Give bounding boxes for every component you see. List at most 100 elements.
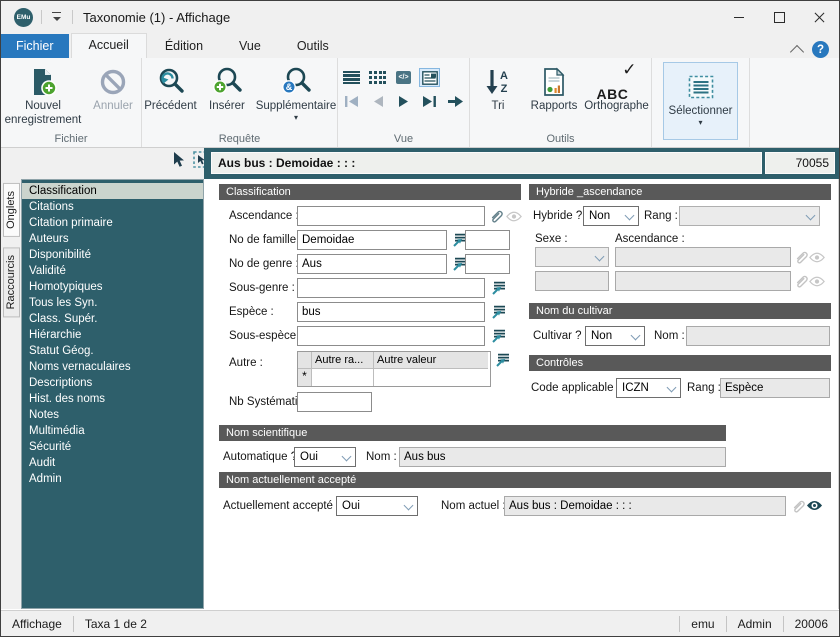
sidebar-item-classification[interactable]: Classification [22, 183, 203, 199]
hybride-extra-field[interactable] [535, 271, 609, 291]
supplementaire-button[interactable]: & Supplémentaire ▾ [255, 62, 337, 123]
hybride-rang-dropdown[interactable] [679, 206, 820, 226]
hybride-parent1-field[interactable] [615, 247, 791, 267]
tab-vue[interactable]: Vue [221, 35, 279, 58]
sidebar-item-hierarchie[interactable]: Hiérarchie [22, 327, 203, 343]
last-record-icon[interactable] [419, 92, 440, 111]
record-header-bar: Aus bus : Demoidae : : : 70055 [204, 148, 839, 179]
ascendance-label: Ascendance : [229, 210, 299, 222]
vtab-onglets[interactable]: Onglets [3, 183, 20, 237]
attach-icon-disabled[interactable] [789, 497, 806, 514]
controles-rang-field[interactable]: Espèce [720, 378, 830, 398]
tab-accueil[interactable]: Accueil [70, 33, 147, 58]
autre-new-row-marker[interactable]: * [298, 369, 312, 386]
previous-record-icon[interactable] [367, 92, 388, 111]
status-mode: Affichage [12, 617, 62, 631]
lookup-list-icon[interactable] [493, 351, 510, 368]
sidebar-item-multimedia[interactable]: Multimédia [22, 423, 203, 439]
sidebar-item-securite[interactable]: Sécurité [22, 439, 203, 455]
rapports-button[interactable]: Rapports [526, 62, 582, 116]
attach-icon-disabled[interactable] [792, 272, 809, 289]
lookup-list-icon[interactable] [489, 279, 506, 296]
nom-scientifique-field[interactable]: Aus bus [399, 447, 726, 467]
sidebar-item-homotypiques[interactable]: Homotypiques [22, 279, 203, 295]
vtab-raccourcis[interactable]: Raccourcis [3, 247, 20, 318]
first-record-icon[interactable] [341, 92, 362, 111]
cultivar-dropdown[interactable]: Non [585, 326, 645, 346]
record-irn-field[interactable]: 70055 [765, 152, 835, 174]
view-attachment-icon[interactable] [505, 208, 522, 225]
sous-genre-field[interactable] [297, 278, 485, 298]
orthographe-button[interactable]: ✓ ABC Orthographe [582, 60, 651, 116]
sidebar-rail: Onglets Raccourcis [1, 179, 21, 609]
sidebar-item-disponibilite[interactable]: Disponibilité [22, 247, 203, 263]
autre-cell-rang[interactable] [312, 369, 374, 386]
sous-espece-field[interactable] [297, 326, 485, 346]
maximize-button[interactable] [759, 1, 799, 33]
selectionner-label: Sélectionner [668, 105, 733, 117]
sidebar-item-hist-des-noms[interactable]: Hist. des noms [22, 391, 203, 407]
hybride-rang-label: Rang : [644, 210, 678, 222]
ascendance-field[interactable] [297, 206, 485, 226]
quick-access-dropdown-icon[interactable] [50, 12, 64, 22]
next-record-icon[interactable] [393, 92, 414, 111]
sexe-dropdown[interactable] [535, 247, 609, 267]
inserer-button[interactable]: Insérer [199, 62, 255, 116]
famille-extra-field[interactable] [465, 230, 510, 250]
tab-edition[interactable]: Édition [147, 35, 221, 58]
close-button[interactable] [799, 1, 839, 33]
sidebar-item-notes[interactable]: Notes [22, 407, 203, 423]
grid-view-icon[interactable] [367, 68, 388, 87]
view-attachment-icon-disabled[interactable] [808, 273, 825, 290]
sidebar-item-citation-primaire[interactable]: Citation primaire [22, 215, 203, 231]
sidebar-item-admin[interactable]: Admin [22, 471, 203, 487]
hybride-dropdown[interactable]: Non [583, 206, 639, 226]
selectionner-button[interactable]: Sélectionner ▾ [662, 62, 739, 140]
attach-icon[interactable] [487, 207, 504, 224]
tab-outils[interactable]: Outils [279, 35, 347, 58]
hybride-parent2-field[interactable] [615, 271, 791, 291]
view-record-icon[interactable] [806, 497, 823, 514]
autre-col2-header[interactable]: Autre valeur [374, 352, 488, 369]
genre-field[interactable]: Aus [297, 254, 447, 274]
sidebar-item-noms-vernaculaires[interactable]: Noms vernaculaires [22, 359, 203, 375]
goto-record-icon[interactable] [445, 92, 466, 111]
minimize-button[interactable] [719, 1, 759, 33]
sidebar-item-validite[interactable]: Validité [22, 263, 203, 279]
espece-field[interactable]: bus [297, 302, 485, 322]
attach-icon-disabled[interactable] [792, 248, 809, 265]
code-applicable-dropdown[interactable]: ICZN [616, 378, 681, 398]
nom-actuel-field[interactable]: Aus bus : Demoidae : : : [504, 496, 786, 516]
sidebar-item-class-super[interactable]: Class. Supér. [22, 311, 203, 327]
autre-col1-header[interactable]: Autre ra... [312, 352, 374, 369]
new-record-button[interactable]: Nouvel enregistrement [1, 62, 85, 130]
automatique-dropdown[interactable]: Oui [294, 447, 356, 467]
annuler-button[interactable]: Annuler [85, 62, 141, 116]
sidebar-item-descriptions[interactable]: Descriptions [22, 375, 203, 391]
list-view-icon[interactable] [341, 68, 362, 87]
tab-fichier[interactable]: Fichier [1, 34, 69, 58]
collapse-ribbon-icon[interactable] [789, 44, 805, 59]
nb-systematique-field[interactable] [297, 392, 372, 412]
record-summary-field[interactable]: Aus bus : Demoidae : : : [211, 152, 762, 174]
sidebar-item-auteurs[interactable]: Auteurs [22, 231, 203, 247]
lookup-list-icon[interactable] [489, 303, 506, 320]
actuellement-accepte-dropdown[interactable]: Oui [336, 496, 418, 516]
cultivar-nom-field[interactable] [686, 326, 830, 346]
view-attachment-icon-disabled[interactable] [808, 249, 825, 266]
pointer-cursor-icon[interactable] [173, 151, 186, 173]
sidebar-item-statut-geog[interactable]: Statut Géog. [22, 343, 203, 359]
sidebar-item-tous-les-syn[interactable]: Tous les Syn. [22, 295, 203, 311]
autre-cell-valeur[interactable] [374, 369, 488, 386]
precedent-button[interactable]: Précédent [142, 62, 199, 116]
lookup-list-icon[interactable] [489, 327, 506, 344]
help-button[interactable]: ? [812, 41, 829, 58]
sidebar-item-audit[interactable]: Audit [22, 455, 203, 471]
genre-extra-field[interactable] [465, 254, 510, 274]
tri-button[interactable]: A Z Tri [470, 62, 526, 116]
autre-table[interactable]: Autre ra... Autre valeur * [297, 351, 491, 387]
famille-field[interactable]: Demoidae [297, 230, 447, 250]
sidebar-item-citations[interactable]: Citations [22, 199, 203, 215]
code-view-icon[interactable]: </> [393, 68, 414, 87]
form-view-icon-selected[interactable] [419, 68, 440, 87]
